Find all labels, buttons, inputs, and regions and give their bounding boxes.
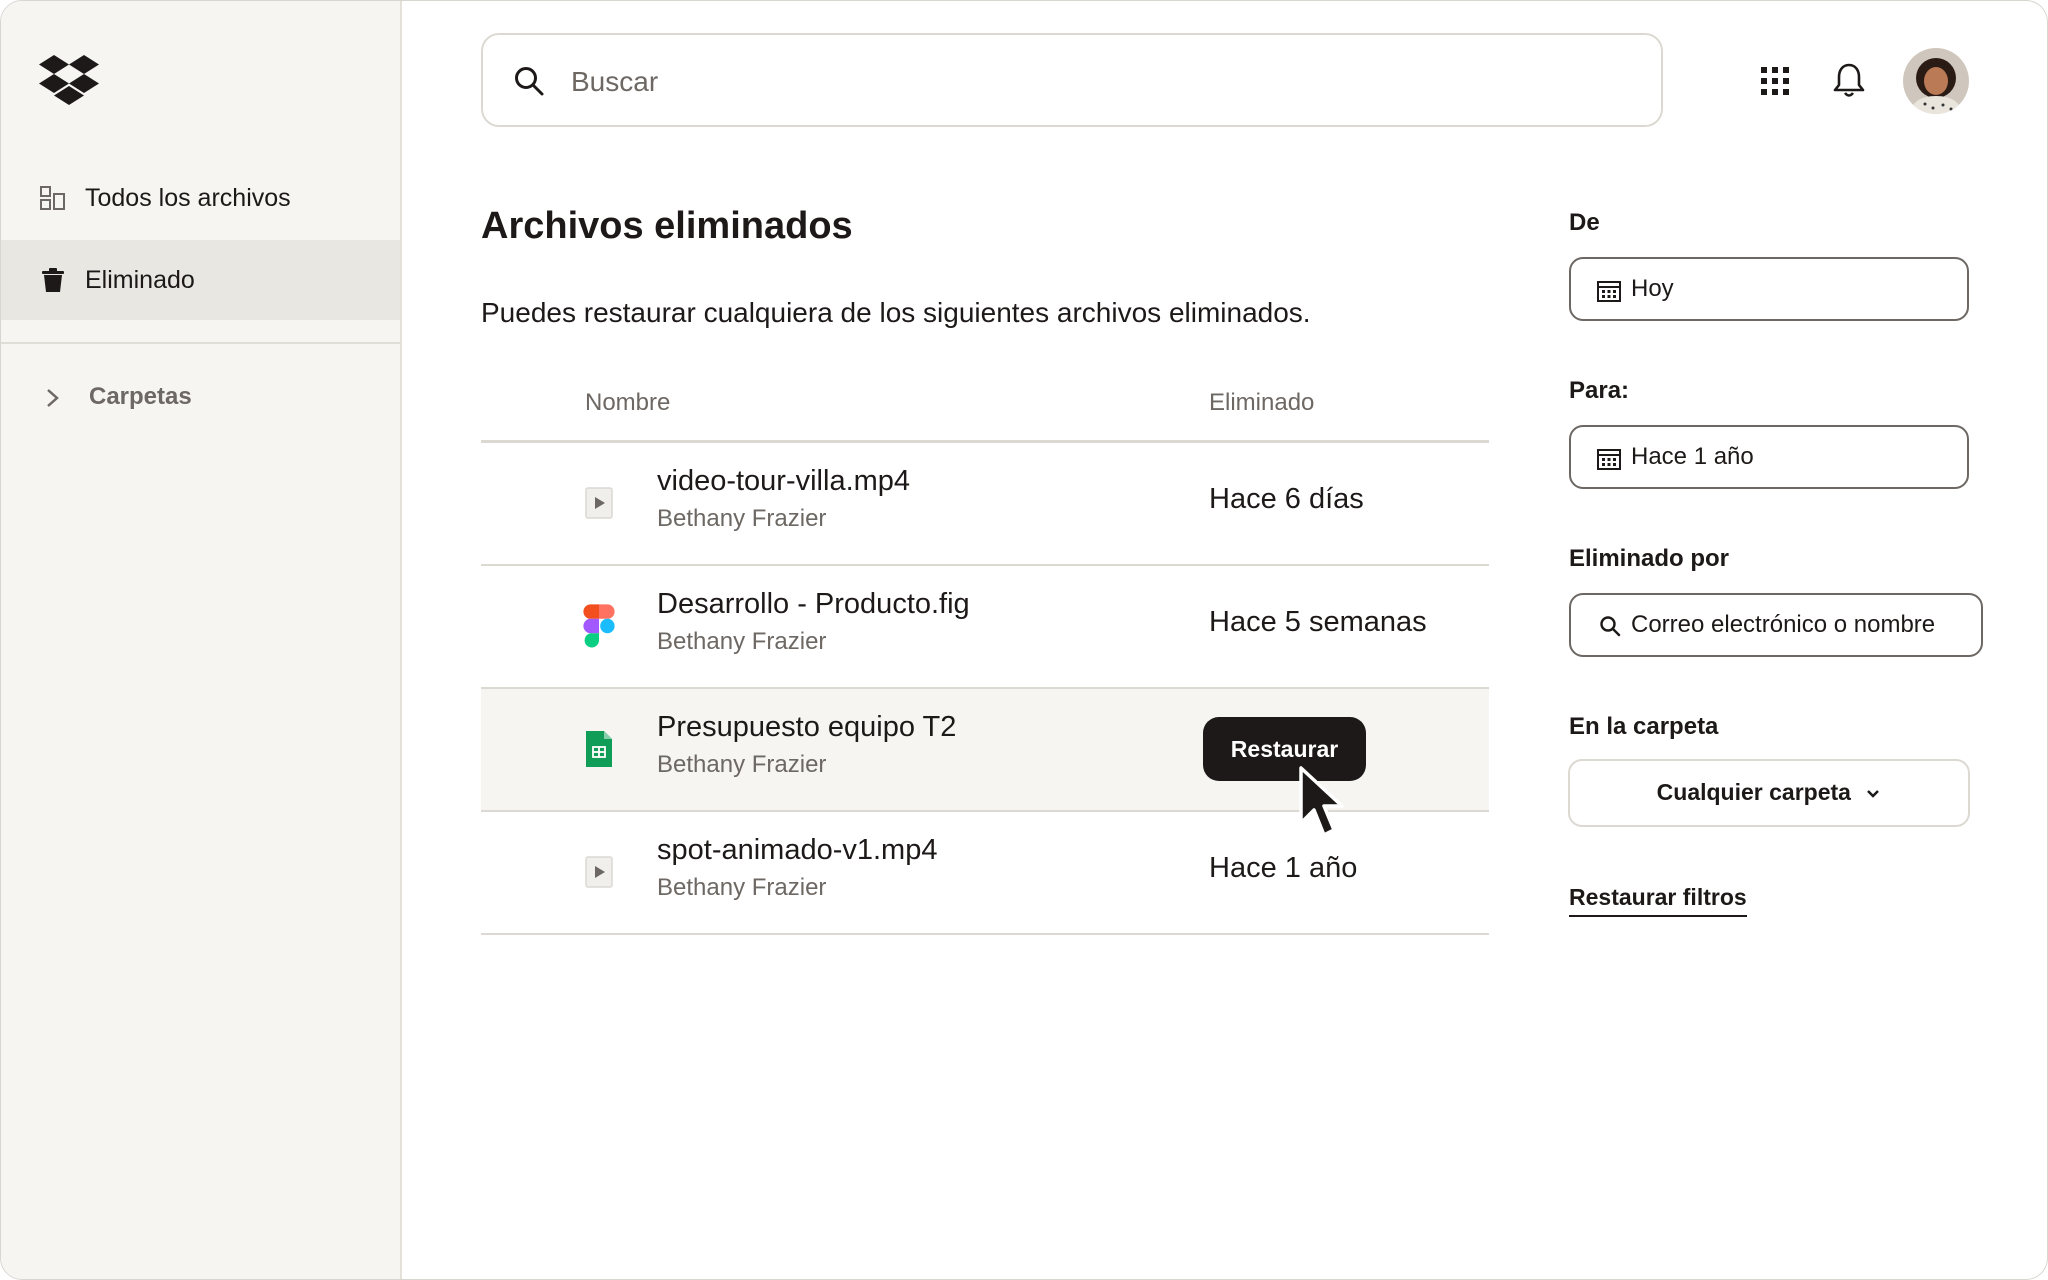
deleted-by-field[interactable]: Correo electrónico o nombre	[1569, 593, 1983, 657]
video-file-icon	[585, 856, 613, 888]
file-name: video-tour-villa.mp4	[657, 465, 911, 497]
file-name: Desarrollo - Producto.fig	[657, 588, 970, 620]
search-input[interactable]	[569, 53, 1573, 111]
sidebar: Todos los archivos Eliminado Carpetas	[1, 1, 402, 1279]
table-row[interactable]: video-tour-villa.mp4 Bethany Frazier Hac…	[481, 443, 1489, 566]
folder-select-value: Cualquier carpeta	[1570, 779, 1968, 806]
table-row[interactable]: spot-animado-v1.mp4 Bethany Frazier Hace…	[481, 812, 1489, 935]
file-name: spot-animado-v1.mp4	[657, 834, 938, 866]
table-row[interactable]: Desarrollo - Producto.fig Bethany Frazie…	[481, 566, 1489, 689]
to-date-value: Hace 1 año	[1631, 443, 1754, 470]
filter-to-label: Para:	[1569, 377, 1630, 404]
sidebar-item-label: Todos los archivos	[85, 183, 291, 212]
search-icon	[1600, 616, 1621, 637]
deleted-time: Hace 5 semanas	[1209, 606, 1427, 638]
deleted-files-table: video-tour-villa.mp4 Bethany Frazier Hac…	[481, 443, 1489, 935]
file-owner: Bethany Frazier	[657, 874, 827, 901]
figma-file-icon	[583, 604, 615, 648]
sidebar-item-label: Eliminado	[85, 265, 195, 294]
folder-select[interactable]: Cualquier carpeta	[1568, 759, 1970, 827]
avatar[interactable]	[1903, 48, 1969, 114]
page-title: Archivos eliminados	[481, 205, 853, 247]
sidebar-item-deleted[interactable]: Eliminado	[1, 240, 400, 320]
app-window: Todos los archivos Eliminado Carpetas Bu…	[0, 0, 2048, 1280]
files-icon	[40, 186, 65, 210]
deleted-by-placeholder: Correo electrónico o nombre	[1631, 611, 1936, 638]
from-date-value: Hoy	[1631, 275, 1674, 302]
bell-icon[interactable]	[1832, 61, 1866, 99]
chevron-right-icon	[47, 389, 59, 407]
file-owner: Bethany Frazier	[657, 751, 827, 778]
sidebar-item-all-files[interactable]: Todos los archivos	[1, 158, 400, 238]
folders-label: Carpetas	[89, 383, 192, 410]
from-date-field[interactable]: Hoy	[1569, 257, 1969, 321]
spreadsheet-file-icon	[586, 731, 612, 767]
search-bar[interactable]	[481, 33, 1663, 127]
chevron-down-icon	[1867, 790, 1880, 798]
column-header-deleted[interactable]: Eliminado	[1209, 389, 1314, 417]
file-owner: Bethany Frazier	[657, 505, 827, 532]
file-name: Presupuesto equipo T2	[657, 711, 957, 743]
sidebar-divider	[1, 342, 400, 344]
avatar-photo	[1903, 48, 1969, 114]
table-row[interactable]: Presupuesto equipo T2 Bethany Frazier Re…	[481, 689, 1489, 837]
search-icon	[515, 67, 544, 96]
filter-from-label: De	[1569, 209, 1600, 236]
column-header-name[interactable]: Nombre	[585, 389, 670, 417]
app-grid-icon[interactable]	[1760, 66, 1790, 96]
sidebar-folders-toggle[interactable]: Carpetas	[1, 373, 400, 423]
deleted-time: Hace 6 días	[1209, 483, 1364, 515]
trash-icon	[42, 268, 64, 292]
to-date-field[interactable]: Hace 1 año	[1569, 425, 1969, 489]
filter-folder-label: En la carpeta	[1569, 713, 1719, 740]
reset-filters-link[interactable]: Restaurar filtros	[1569, 884, 1747, 917]
folder-select-text: Cualquier carpeta	[1656, 779, 1851, 805]
deleted-time: Hace 1 año	[1209, 852, 1358, 884]
dropbox-logo-icon[interactable]	[39, 55, 99, 107]
video-file-icon	[585, 487, 613, 519]
page-subtitle: Puedes restaurar cualquiera de los sigui…	[481, 297, 1311, 328]
calendar-icon	[1597, 281, 1621, 302]
calendar-icon	[1597, 449, 1621, 470]
file-owner: Bethany Frazier	[657, 628, 827, 655]
filter-deleted-by-label: Eliminado por	[1569, 545, 1730, 572]
